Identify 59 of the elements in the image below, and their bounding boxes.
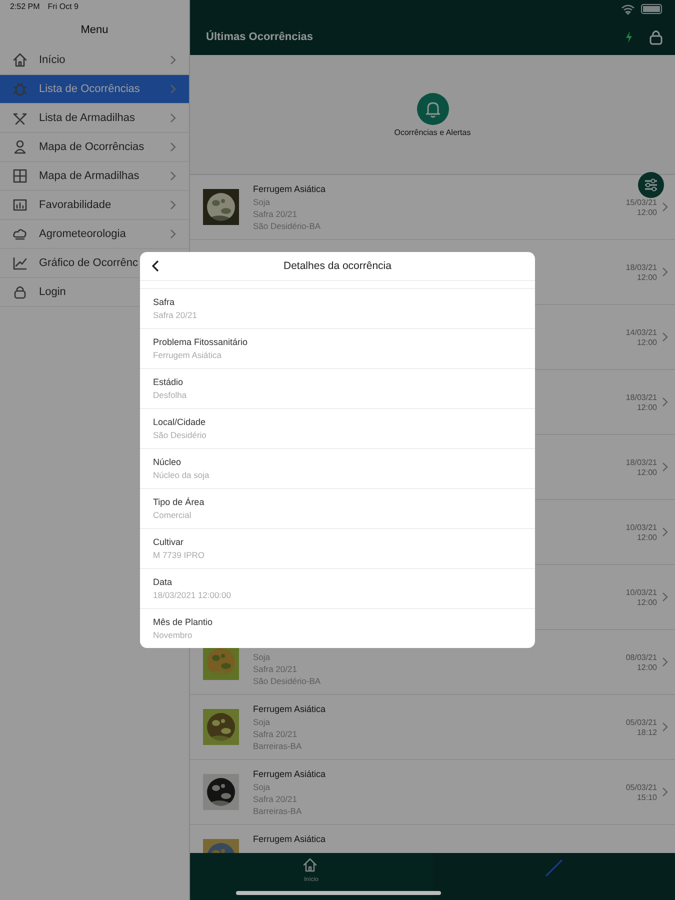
row-time: 18:12	[636, 728, 657, 736]
row-season: Safra 20/21	[253, 209, 298, 219]
field-value: Núcleo da soja	[153, 470, 210, 480]
field-value: Safra 20/21	[153, 310, 198, 320]
row-crop: Soja	[253, 782, 272, 792]
row-crop: Soja	[253, 197, 272, 207]
field-label: Estádio	[153, 377, 184, 387]
field-label: Mês de Plantio	[153, 617, 214, 627]
row-time: 12:00	[636, 468, 657, 476]
row-season: Safra 20/21	[253, 794, 298, 804]
field-value: Desfolha	[153, 390, 188, 400]
row-title: Ferrugem Asiática	[253, 834, 327, 845]
row-crop: Soja	[253, 717, 272, 727]
row-date: 08/03/21	[626, 652, 657, 662]
row-date: 05/03/21	[626, 718, 657, 726]
field-value: M 7739 IPRO	[153, 550, 206, 560]
dialog-title: Detalhes da ocorrência	[282, 260, 392, 272]
row-date: 18/03/21	[626, 262, 657, 272]
field-label: Tipo de Área	[153, 497, 206, 507]
row-date: 18/03/21	[626, 458, 657, 466]
row-crop: Soja	[253, 652, 272, 662]
field-label: Data	[153, 577, 174, 587]
row-place: São Desidério-BA	[253, 676, 322, 686]
row-date: 10/03/21	[626, 522, 657, 532]
row-season: Safra 20/21	[253, 664, 298, 674]
menu-title: Menu	[80, 23, 110, 38]
status-time: 2:52 PM	[10, 2, 40, 13]
banner-label: Ocorrências e Alertas	[394, 128, 471, 136]
row-date: 05/03/21	[626, 782, 657, 792]
field-label: Núcleo	[153, 457, 182, 467]
row-time: 12:00	[636, 338, 657, 346]
row-title: Ferrugem Asiática	[253, 769, 327, 780]
row-date: 14/03/21	[626, 328, 657, 336]
field-label: Problema Fitossanitário	[153, 337, 249, 347]
status-date: Fri Oct 9	[48, 2, 78, 13]
row-title: Ferrugem Asiática	[253, 704, 327, 715]
row-time: 15:10	[636, 792, 657, 802]
field-value: 18/03/2021 12:00:00	[153, 590, 232, 600]
field-value: São Desidério	[153, 430, 208, 440]
row-season: Safra 20/21	[253, 729, 298, 739]
field-value: Comercial	[153, 510, 192, 520]
row-time: 12:00	[636, 532, 657, 542]
row-time: 12:00	[636, 598, 657, 606]
row-date: 18/03/21	[626, 392, 657, 402]
row-date: 15/03/21	[626, 198, 657, 206]
row-place: Barreiras-BA	[253, 741, 303, 751]
field-label: Safra	[153, 297, 176, 307]
row-time: 12:00	[636, 662, 657, 672]
header-title: Últimas Ocorrências	[206, 30, 314, 42]
row-place: Barreiras-BA	[253, 806, 303, 816]
row-time: 12:00	[636, 402, 657, 412]
field-label: Local/Cidade	[153, 417, 207, 427]
row-time: 12:00	[636, 208, 657, 216]
row-time: 12:00	[636, 272, 657, 282]
row-title: Ferrugem Asiática	[253, 184, 327, 195]
row-place: São Desidério-BA	[253, 221, 322, 231]
field-value: Ferrugem Asiática	[153, 350, 222, 360]
row-date: 10/03/21	[626, 588, 657, 596]
field-label: Cultivar	[153, 537, 185, 547]
